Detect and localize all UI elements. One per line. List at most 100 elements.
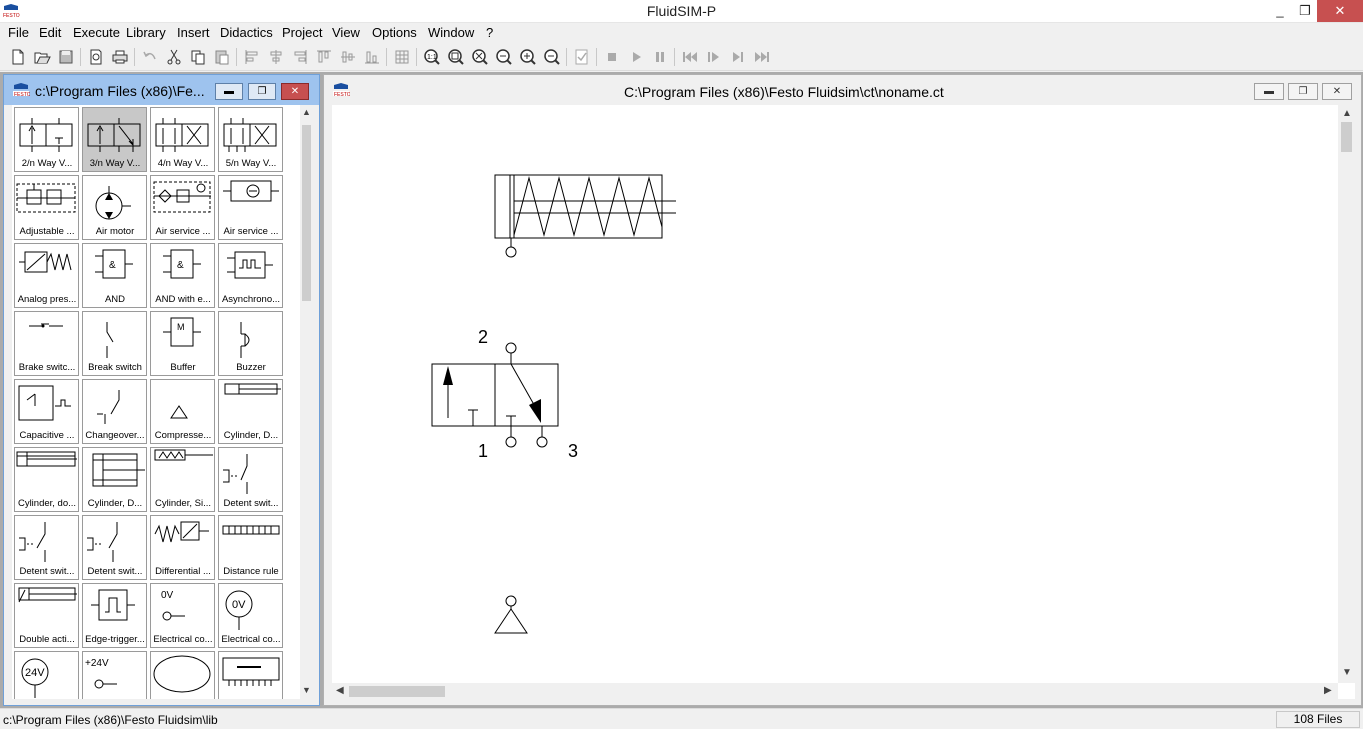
library-tile-capacitive[interactable]: Capacitive ...: [14, 379, 79, 444]
three-way-valve[interactable]: [431, 342, 559, 448]
align-bottom-button[interactable]: [362, 47, 382, 67]
zoom-in-button[interactable]: [518, 47, 538, 67]
library-window-titlebar[interactable]: FESTO c:\Program Files (x86)\Fe... ▬ ❐ ✕: [4, 75, 319, 105]
library-tile-and[interactable]: & AND: [82, 243, 147, 308]
vertical-scroll-thumb[interactable]: [1341, 122, 1352, 152]
library-tile-air-service-1[interactable]: Air service ...: [150, 175, 215, 240]
library-minimize-button[interactable]: ▬: [215, 83, 243, 100]
horizontal-scrollbar[interactable]: ◀ ▶: [332, 683, 1338, 699]
library-tile-4n-way-valve[interactable]: 4/n Way V...: [150, 107, 215, 172]
zoom-out-button[interactable]: [542, 47, 562, 67]
library-tile-adjustable[interactable]: Adjustable ...: [14, 175, 79, 240]
library-tile-cylinder-d1[interactable]: Cylinder, D...: [218, 379, 283, 444]
scroll-up-icon[interactable]: ▲: [300, 107, 313, 117]
library-tile-3n-way-valve[interactable]: 3/n Way V...: [82, 107, 147, 172]
library-tile-cylinder-d2[interactable]: Cylinder, D...: [82, 447, 147, 512]
library-tile-detent-3[interactable]: Detent swit...: [82, 515, 147, 580]
library-tile-edge-trigger[interactable]: Edge-trigger...: [82, 583, 147, 648]
library-tile-cylinder-si[interactable]: Cylinder, Si...: [150, 447, 215, 512]
scroll-down-icon[interactable]: ▼: [1342, 667, 1352, 678]
horizontal-scroll-thumb[interactable]: [349, 686, 445, 697]
library-vertical-scrollbar[interactable]: ▲ ▼: [300, 105, 313, 699]
align-right-button[interactable]: [290, 47, 310, 67]
rewind-button[interactable]: [680, 47, 700, 67]
app-maximize-button[interactable]: ❐: [1294, 0, 1316, 22]
open-file-button[interactable]: [32, 47, 52, 67]
library-scroll-thumb[interactable]: [302, 125, 311, 301]
library-tile-double-acting[interactable]: Double acti...: [14, 583, 79, 648]
zoom-window-button[interactable]: [446, 47, 466, 67]
cut-button[interactable]: [164, 47, 184, 67]
library-tile-5n-way-valve[interactable]: 5/n Way V...: [218, 107, 283, 172]
menu-edit[interactable]: Edit: [39, 25, 61, 40]
menu-project[interactable]: Project: [282, 25, 322, 40]
grid-button[interactable]: [392, 47, 412, 67]
pause-button[interactable]: [650, 47, 670, 67]
library-close-button[interactable]: ✕: [281, 83, 309, 100]
library-tile-and-edge[interactable]: & AND with e...: [150, 243, 215, 308]
single-acting-cylinder[interactable]: [494, 174, 676, 258]
menu-didactics[interactable]: Didactics: [220, 25, 273, 40]
menu-options[interactable]: Options: [372, 25, 417, 40]
new-file-button[interactable]: [8, 47, 28, 67]
circuit-minimize-button[interactable]: ▬: [1254, 83, 1284, 100]
library-tile-asynchronous[interactable]: Asynchrono...: [218, 243, 283, 308]
paste-button[interactable]: [212, 47, 232, 67]
scroll-right-icon[interactable]: ▶: [1324, 685, 1332, 696]
save-button[interactable]: [56, 47, 76, 67]
scroll-up-icon[interactable]: ▲: [1342, 108, 1352, 119]
scroll-down-icon[interactable]: ▼: [300, 685, 313, 695]
align-left-button[interactable]: [242, 47, 262, 67]
library-tile-detent-2[interactable]: Detent swit...: [14, 515, 79, 580]
library-tile-terminal-strip[interactable]: [218, 651, 283, 699]
library-tile-break-switch[interactable]: Break switch: [82, 311, 147, 376]
library-tile-differential[interactable]: Differential ...: [150, 515, 215, 580]
circuit-window-titlebar[interactable]: FESTO C:\Program Files (x86)\Festo Fluid…: [324, 75, 1361, 105]
align-center-button[interactable]: [266, 47, 286, 67]
library-tile-compressed-air[interactable]: Compresse...: [150, 379, 215, 444]
library-tile-changeover[interactable]: Changeover...: [82, 379, 147, 444]
menu-library[interactable]: Library: [126, 25, 166, 40]
app-close-button[interactable]: ✕: [1317, 0, 1363, 22]
library-tile-analog-pressure[interactable]: Analog pres...: [14, 243, 79, 308]
zoom-previous-button[interactable]: [494, 47, 514, 67]
play-button[interactable]: [626, 47, 646, 67]
library-tile-2n-way-valve[interactable]: 2/n Way V...: [14, 107, 79, 172]
library-tile-24v-circle[interactable]: 24V: [14, 651, 79, 699]
library-tile-buffer[interactable]: M Buffer: [150, 311, 215, 376]
menu-insert[interactable]: Insert: [177, 25, 210, 40]
print-button[interactable]: [110, 47, 130, 67]
circuit-close-button[interactable]: ✕: [1322, 83, 1352, 100]
fast-forward-button[interactable]: [752, 47, 772, 67]
library-tile-air-motor[interactable]: Air motor: [82, 175, 147, 240]
app-minimize-button[interactable]: _: [1266, 0, 1294, 22]
library-tile-buzzer[interactable]: Buzzer: [218, 311, 283, 376]
zoom-fit-button[interactable]: 1:1: [422, 47, 442, 67]
menu-view[interactable]: View: [332, 25, 360, 40]
print-preview-button[interactable]: [86, 47, 106, 67]
step-button[interactable]: [704, 47, 724, 67]
menu-file[interactable]: File: [8, 25, 29, 40]
library-tile-ellipse[interactable]: [150, 651, 215, 699]
circuit-canvas[interactable]: 2 1 3 ◀ ▶ ▲ ▼: [332, 105, 1355, 699]
zoom-all-button[interactable]: [470, 47, 490, 67]
menu-help[interactable]: ?: [486, 25, 493, 40]
compressed-air-supply[interactable]: [494, 595, 528, 634]
scroll-left-icon[interactable]: ◀: [336, 685, 344, 696]
circuit-maximize-button[interactable]: ❐: [1288, 83, 1318, 100]
library-maximize-button[interactable]: ❐: [248, 83, 276, 100]
library-tile-cylinder-do[interactable]: Cylinder, do...: [14, 447, 79, 512]
library-tile-brake-switch[interactable]: Brake switc...: [14, 311, 79, 376]
library-tile-distance-rule[interactable]: Distance rule: [218, 515, 283, 580]
undo-button[interactable]: [140, 47, 160, 67]
library-tile-electrical-0v-circle[interactable]: 0V Electrical co...: [218, 583, 283, 648]
align-top-button[interactable]: [314, 47, 334, 67]
library-tile-electrical-0v[interactable]: 0V Electrical co...: [150, 583, 215, 648]
menu-window[interactable]: Window: [428, 25, 474, 40]
check-button[interactable]: [572, 47, 592, 67]
library-tile-air-service-2[interactable]: Air service ...: [218, 175, 283, 240]
library-tile-detent-1[interactable]: Detent swit...: [218, 447, 283, 512]
vertical-scrollbar[interactable]: ▲ ▼: [1338, 105, 1355, 683]
stop-button[interactable]: [602, 47, 622, 67]
menu-execute[interactable]: Execute: [73, 25, 120, 40]
